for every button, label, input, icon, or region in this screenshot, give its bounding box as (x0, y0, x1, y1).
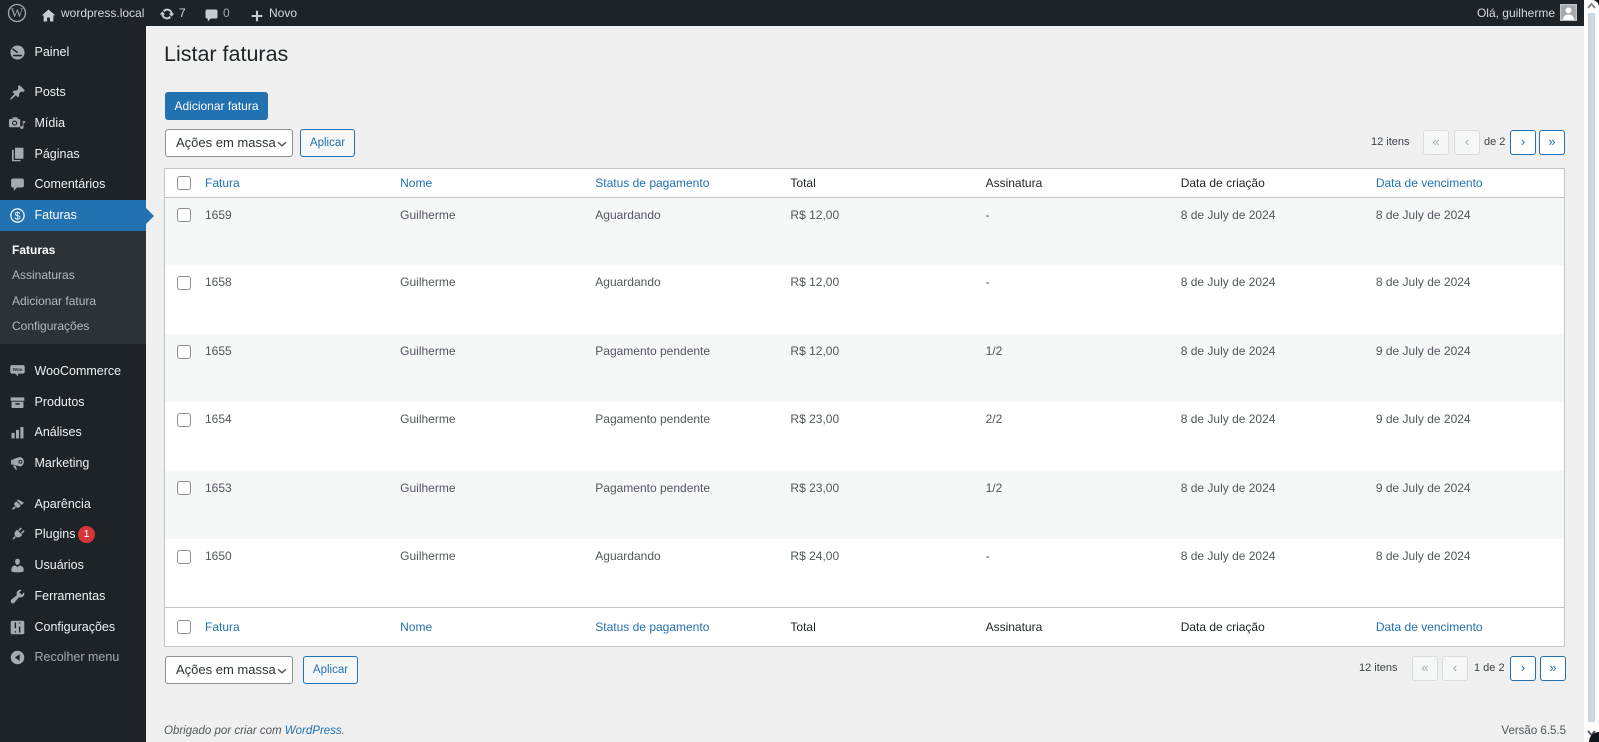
svg-text:W: W (11, 5, 24, 20)
svg-text:$: $ (15, 210, 21, 222)
svg-text:Woo: Woo (13, 367, 23, 372)
